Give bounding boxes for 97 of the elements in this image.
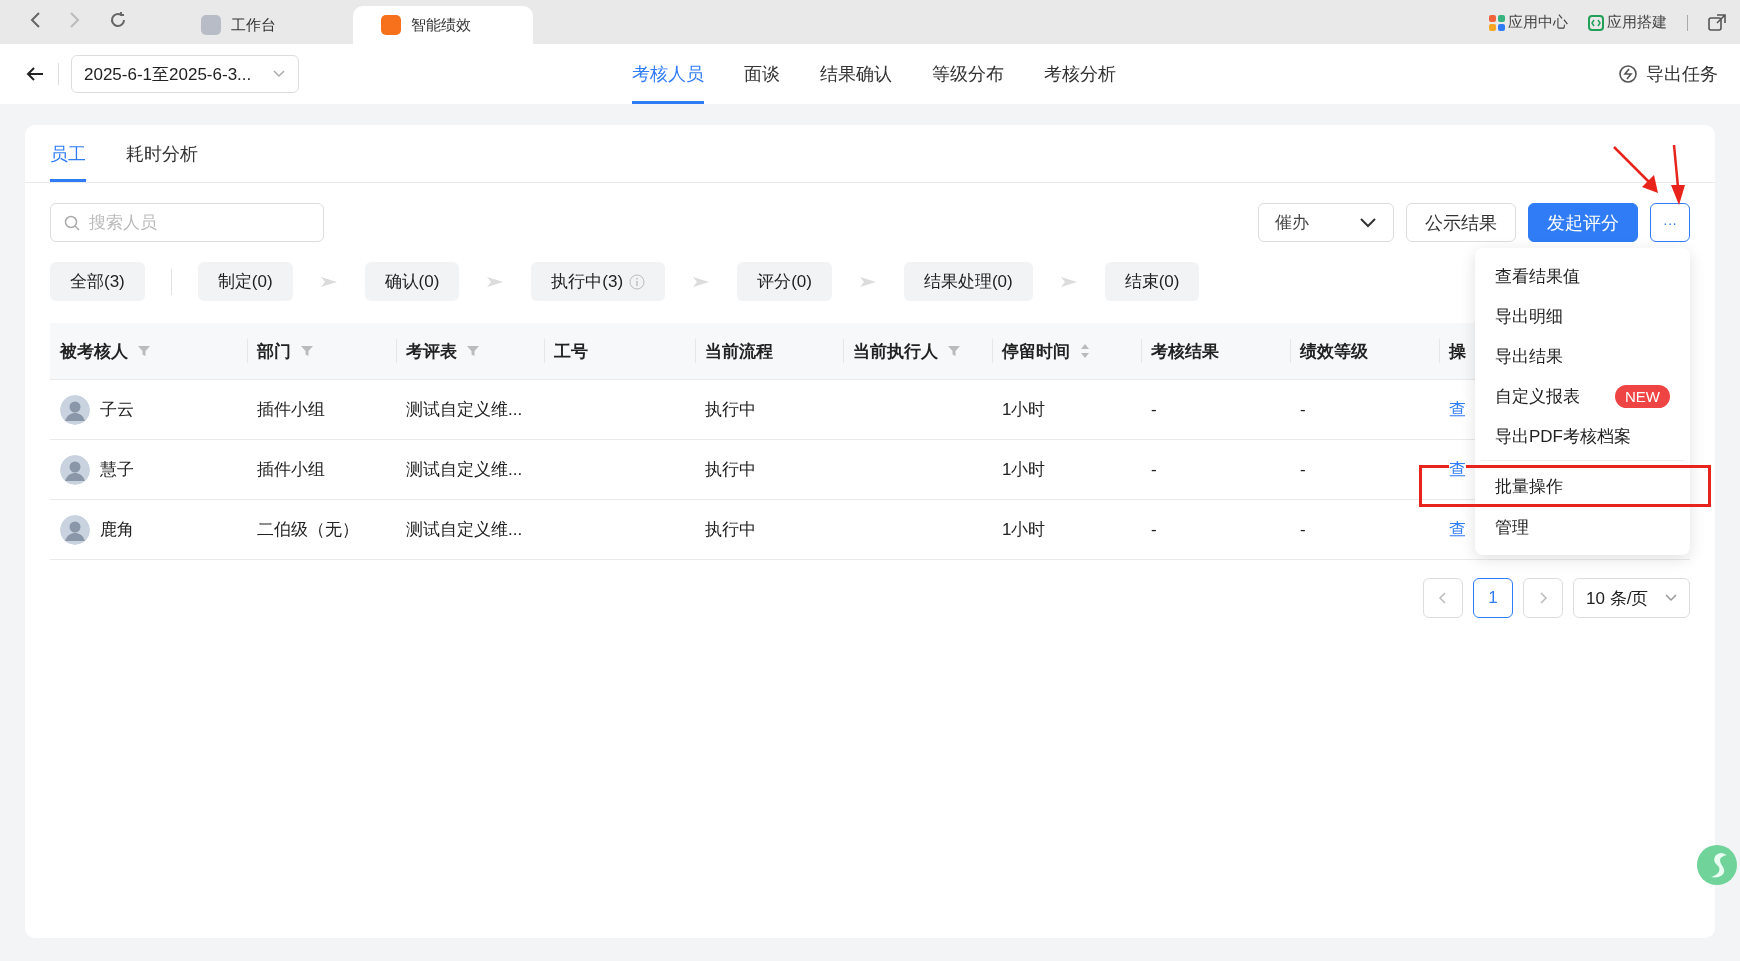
sub-tab[interactable]: 耗时分析	[126, 125, 198, 182]
avatar	[60, 394, 90, 425]
chevron-icon	[1060, 275, 1077, 288]
new-badge: NEW	[1615, 384, 1670, 408]
table-cell-text: 子云	[100, 399, 134, 421]
page-size-select[interactable]: 10 条/页	[1573, 578, 1690, 618]
table-cell-text: 1小时	[1002, 519, 1046, 541]
column-header: 操	[1449, 340, 1466, 363]
caret-icon	[272, 69, 286, 79]
column-header: 工号	[554, 340, 588, 363]
chevron-icon	[859, 275, 876, 288]
chevron-right-icon	[1538, 591, 1548, 605]
table-cell-text: 测试自定义维...	[406, 399, 523, 421]
sub-tab[interactable]: 员工	[50, 125, 86, 182]
remind-select[interactable]: 催办	[1258, 203, 1394, 242]
code-icon	[1588, 14, 1604, 31]
menu-item[interactable]: 查看结果值	[1495, 264, 1580, 288]
app-center-link[interactable]: 应用中心	[1489, 13, 1568, 32]
assistant-icon[interactable]	[1696, 844, 1738, 886]
next-page-button[interactable]	[1523, 578, 1563, 618]
caret-icon	[1665, 594, 1677, 602]
table-cell: -	[1151, 459, 1157, 480]
chevron-icon	[487, 275, 504, 288]
table-cell-text: 测试自定义维...	[406, 459, 523, 481]
info-icon	[629, 273, 646, 290]
table-cell-text: 鹿角	[100, 519, 134, 541]
external-window-icon[interactable]	[1708, 13, 1726, 32]
table-cell-text: 1小时	[1002, 399, 1046, 421]
table-cell: -	[1151, 399, 1157, 420]
filter-icon[interactable]	[138, 345, 150, 357]
menu-item[interactable]: 管理	[1495, 515, 1529, 539]
table-cell-text: 插件小组	[257, 459, 325, 481]
nav-tab[interactable]: 面谈	[744, 44, 780, 104]
menu-item[interactable]: 导出明细	[1495, 304, 1563, 328]
column-header: 停留时间	[1002, 340, 1070, 363]
table-cell: -	[1300, 459, 1306, 480]
table-cell-text: 测试自定义维...	[406, 519, 523, 541]
forward-icon[interactable]	[68, 11, 82, 29]
chevron-icon	[693, 275, 710, 288]
nav-tab[interactable]: 考核人员	[632, 44, 704, 104]
browser-tab[interactable]: 工作台	[173, 6, 353, 44]
stage-filter[interactable]: 执行中(3)	[531, 262, 666, 301]
more-button[interactable]: ···	[1650, 203, 1690, 242]
previous-page-button[interactable]	[1423, 578, 1463, 618]
filter-icon[interactable]	[948, 345, 960, 357]
lightning-circle-icon	[1618, 64, 1638, 84]
stage-filter[interactable]: 结果处理(0)	[903, 262, 1033, 301]
nav-tab[interactable]: 结果确认	[820, 44, 892, 104]
menu-item[interactable]: 导出PDF考核档案	[1495, 424, 1631, 448]
column-header: 当前执行人	[853, 340, 938, 363]
nav-tab[interactable]: 等级分布	[932, 44, 1004, 104]
start-scoring-button[interactable]: 发起评分	[1528, 203, 1638, 242]
back-arrow-icon[interactable]	[26, 66, 44, 82]
column-header: 当前流程	[705, 340, 773, 363]
stage-filter[interactable]: 确认(0)	[364, 262, 460, 301]
chevron-left-icon	[1438, 591, 1448, 605]
export-tasks-button[interactable]: 导出任务	[1618, 62, 1718, 86]
table-cell: -	[1300, 519, 1306, 540]
column-header: 绩效等级	[1300, 340, 1368, 363]
menu-item[interactable]: 导出结果	[1495, 344, 1563, 368]
page-button[interactable]: 1	[1473, 578, 1513, 618]
menu-item[interactable]: 自定义报表	[1495, 384, 1580, 408]
publish-results-button[interactable]: 公示结果	[1406, 203, 1516, 242]
stage-filter[interactable]: 评分(0)	[737, 262, 832, 301]
stage-filter[interactable]: 制定(0)	[197, 262, 293, 301]
avatar	[60, 514, 90, 545]
menu-item[interactable]: 批量操作	[1495, 474, 1563, 498]
column-header: 考核结果	[1151, 340, 1219, 363]
column-header: 考评表	[406, 340, 457, 363]
app-grid-icon	[1489, 14, 1505, 31]
filter-icon[interactable]	[467, 345, 479, 357]
table-cell-text: 1小时	[1002, 459, 1046, 481]
table-cell-text: 慧子	[100, 459, 134, 481]
browser-tab[interactable]: 智能绩效	[353, 6, 533, 44]
date-range-select[interactable]: 2025-6-1至2025-6-3...	[71, 55, 299, 93]
table-cell-text: 执行中	[705, 459, 756, 481]
table-cell-text: 二伯级（无）	[257, 519, 359, 541]
filter-icon[interactable]	[301, 345, 313, 357]
sort-icon[interactable]	[1080, 343, 1090, 359]
stage-filter[interactable]: 全部(3)	[50, 262, 145, 301]
refresh-icon[interactable]	[108, 10, 128, 30]
table-cell-text: 执行中	[705, 399, 756, 421]
chevron-icon	[320, 275, 337, 288]
table-cell-text: 执行中	[705, 519, 756, 541]
table-cell-text: 插件小组	[257, 399, 325, 421]
search-icon	[64, 215, 80, 231]
avatar	[60, 454, 90, 485]
column-header: 部门	[257, 340, 291, 363]
nav-tab[interactable]: 考核分析	[1044, 44, 1116, 104]
app-builder-link[interactable]: 应用搭建	[1588, 13, 1667, 32]
stage-filter[interactable]: 结束(0)	[1104, 262, 1200, 301]
table-cell: -	[1300, 399, 1306, 420]
search-field[interactable]: 搜索人员	[50, 203, 324, 242]
table-cell: -	[1151, 519, 1157, 540]
column-header: 被考核人	[60, 340, 128, 363]
back-icon[interactable]	[28, 11, 42, 29]
chevron-down-icon	[1359, 216, 1377, 229]
